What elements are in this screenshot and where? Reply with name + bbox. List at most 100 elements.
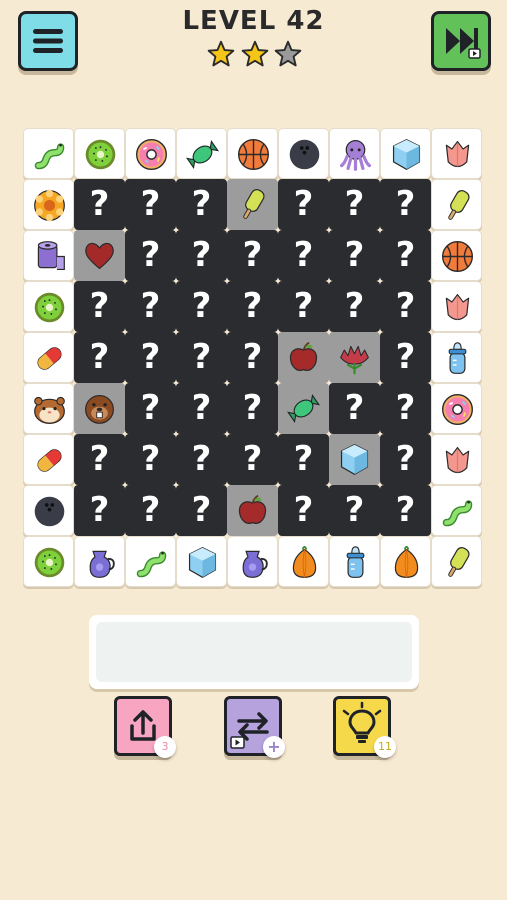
tile-kiwi[interactable] (23, 536, 74, 587)
hidden-tile: ? (227, 281, 278, 332)
tile-baby-bottle[interactable] (431, 332, 482, 383)
tile-kiwi[interactable] (74, 128, 125, 179)
ice-cube-icon (340, 444, 369, 475)
hidden-tile: ? (278, 179, 329, 230)
hint-count-badge: 11 (374, 736, 396, 758)
tile-worm[interactable] (23, 128, 74, 179)
question-mark: ? (140, 184, 161, 224)
baby-bottle-icon (448, 342, 467, 374)
tulip-icon (445, 140, 470, 168)
hidden-tile: ? (329, 281, 380, 332)
tile-tulip[interactable] (431, 434, 482, 485)
basketball-icon (238, 139, 269, 170)
kiwi-icon (34, 292, 65, 323)
ice-cube-icon (392, 139, 421, 170)
bowling-ball-icon (289, 139, 320, 170)
star-empty-icon (274, 40, 302, 67)
pill-icon (37, 347, 62, 370)
tile-apple[interactable] (227, 485, 278, 536)
question-mark: ? (140, 490, 161, 530)
popsicle-icon (448, 547, 470, 577)
shuffle-add-badge[interactable]: + (263, 736, 285, 758)
hidden-tile: ? (74, 332, 125, 383)
question-mark: ? (293, 235, 314, 275)
hidden-tile: ? (125, 434, 176, 485)
question-mark: ? (344, 235, 365, 275)
question-mark: ? (395, 439, 416, 479)
question-mark: ? (242, 388, 263, 428)
popsicle-icon (243, 189, 265, 219)
question-mark: ? (395, 388, 416, 428)
hidden-tile: ? (278, 434, 329, 485)
tile-ice-cube[interactable] (329, 434, 380, 485)
tile-candy[interactable] (278, 383, 329, 434)
hidden-tile: ? (380, 281, 431, 332)
pill-icon (37, 449, 62, 472)
question-mark: ? (395, 286, 416, 326)
undo-count-badge: 3 (154, 736, 176, 758)
tile-popsicle[interactable] (227, 179, 278, 230)
star-filled-icon (207, 40, 235, 67)
hidden-tile: ? (125, 179, 176, 230)
hidden-tile: ? (227, 434, 278, 485)
tile-ice-cube[interactable] (380, 128, 431, 179)
question-mark: ? (293, 184, 314, 224)
question-mark: ? (89, 439, 110, 479)
tile-kiwi[interactable] (23, 281, 74, 332)
question-mark: ? (293, 439, 314, 479)
question-mark: ? (89, 337, 110, 377)
tile-basketball[interactable] (431, 230, 482, 281)
tile-jug[interactable] (227, 536, 278, 587)
question-mark: ? (293, 490, 314, 530)
tile-onion[interactable] (278, 536, 329, 587)
worm-icon (34, 143, 65, 170)
popsicle-icon (448, 190, 470, 220)
tile-apple[interactable] (278, 332, 329, 383)
question-mark: ? (89, 286, 110, 326)
tile-pill[interactable] (23, 332, 74, 383)
tile-jug[interactable] (74, 536, 125, 587)
tile-beaver[interactable] (74, 383, 125, 434)
apple-icon (238, 494, 267, 524)
question-mark: ? (191, 337, 212, 377)
tile-pill[interactable] (23, 434, 74, 485)
tile-heart[interactable] (74, 230, 125, 281)
tile-donut[interactable] (431, 383, 482, 434)
question-mark: ? (395, 490, 416, 530)
tile-onion[interactable] (380, 536, 431, 587)
hidden-tile: ? (278, 485, 329, 536)
tile-carnation[interactable] (329, 332, 380, 383)
question-mark: ? (191, 235, 212, 275)
tile-donut[interactable] (125, 128, 176, 179)
tile-popsicle[interactable] (431, 179, 482, 230)
tile-worm[interactable] (125, 536, 176, 587)
hidden-tile: ? (227, 230, 278, 281)
tile-toilet-paper[interactable] (23, 230, 74, 281)
tile-tulip[interactable] (431, 281, 482, 332)
tile-pie[interactable] (23, 179, 74, 230)
tile-bowling-ball[interactable] (278, 128, 329, 179)
hidden-tile: ? (74, 281, 125, 332)
tile-ice-cube[interactable] (176, 536, 227, 587)
skip-level-button[interactable] (431, 11, 491, 71)
hidden-tile: ? (125, 332, 176, 383)
candy-icon (185, 140, 220, 169)
tile-candy[interactable] (176, 128, 227, 179)
tile-worm[interactable] (431, 485, 482, 536)
tile-bowling-ball[interactable] (23, 485, 74, 536)
jug-icon (89, 550, 115, 578)
hidden-tile: ? (380, 332, 431, 383)
tile-octopus[interactable] (329, 128, 380, 179)
tile-baby-bottle[interactable] (329, 536, 380, 587)
tile-hamster[interactable] (23, 383, 74, 434)
question-mark: ? (191, 439, 212, 479)
tile-basketball[interactable] (227, 128, 278, 179)
question-mark: ? (140, 235, 161, 275)
question-mark: ? (242, 337, 263, 377)
hidden-tile: ? (176, 485, 227, 536)
tulip-icon (445, 446, 470, 474)
tile-tulip[interactable] (431, 128, 482, 179)
question-mark: ? (293, 286, 314, 326)
tile-popsicle[interactable] (431, 536, 482, 587)
hidden-tile: ? (227, 383, 278, 434)
